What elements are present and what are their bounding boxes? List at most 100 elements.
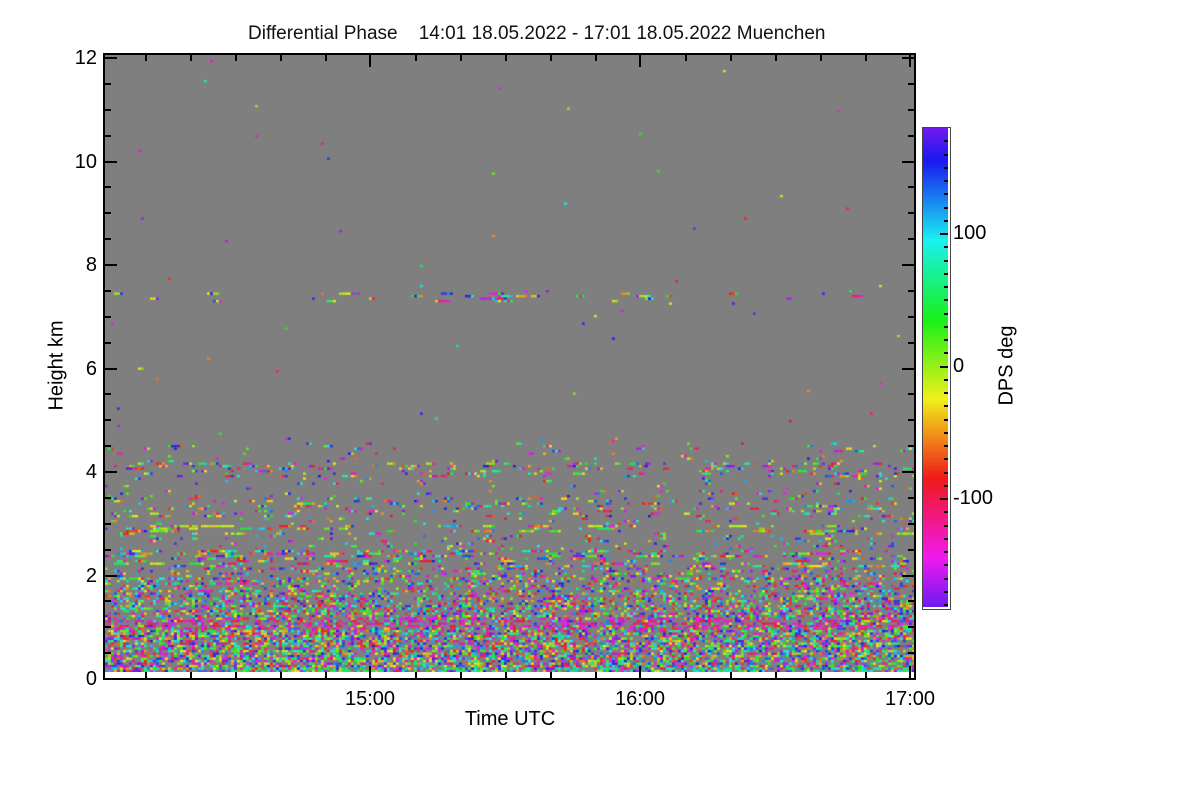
axis-tick bbox=[190, 55, 192, 61]
axis-tick bbox=[909, 55, 911, 67]
axis-tick bbox=[105, 368, 117, 370]
axis-tick bbox=[105, 652, 111, 654]
y-tick-label: 10 bbox=[74, 151, 97, 173]
colorbar-tick bbox=[940, 233, 948, 235]
colorbar-tick bbox=[944, 313, 948, 315]
axis-tick bbox=[235, 55, 237, 61]
axis-tick bbox=[105, 342, 111, 344]
axis-tick bbox=[908, 626, 914, 628]
colorbar-tick bbox=[944, 180, 948, 182]
y-tick-label: 2 bbox=[85, 565, 97, 587]
colorbar-tick bbox=[944, 578, 948, 580]
axis-tick bbox=[145, 55, 147, 61]
axis-tick bbox=[105, 471, 117, 473]
axis-tick bbox=[902, 368, 914, 370]
colorbar-tick bbox=[940, 498, 948, 500]
axis-tick bbox=[145, 672, 147, 678]
axis-tick bbox=[595, 55, 597, 61]
axis-tick bbox=[908, 549, 914, 551]
y-tick-label: 0 bbox=[85, 668, 97, 690]
axis-tick bbox=[550, 672, 552, 678]
chart-title: Differential Phase 14:01 18.05.2022 - 17… bbox=[248, 23, 826, 44]
axis-tick bbox=[908, 238, 914, 240]
axis-tick bbox=[865, 672, 867, 678]
colorbar-tick-label: -100 bbox=[953, 487, 994, 509]
colorbar-label: DPS deg bbox=[995, 325, 1018, 406]
axis-tick bbox=[550, 55, 552, 61]
axis-tick bbox=[908, 212, 914, 214]
colorbar-tick bbox=[944, 511, 948, 513]
x-tick-label: 17:00 bbox=[884, 688, 936, 710]
axis-tick bbox=[105, 212, 111, 214]
colorbar-tick bbox=[944, 525, 948, 527]
colorbar-tick bbox=[944, 286, 948, 288]
axis-tick bbox=[105, 316, 111, 318]
colorbar-tick bbox=[944, 193, 948, 195]
axis-tick bbox=[908, 316, 914, 318]
axis-tick bbox=[908, 652, 914, 654]
axis-tick bbox=[105, 497, 111, 499]
axis-tick bbox=[902, 57, 914, 59]
axis-tick bbox=[105, 57, 117, 59]
axis-tick bbox=[908, 600, 914, 602]
differential-phase-figure: Differential Phase 14:01 18.05.2022 - 17… bbox=[0, 0, 1200, 800]
colorbar-tick bbox=[944, 432, 948, 434]
axis-tick bbox=[105, 626, 111, 628]
axis-tick bbox=[105, 264, 117, 266]
colorbar-tick bbox=[944, 458, 948, 460]
axis-tick bbox=[908, 393, 914, 395]
axis-tick bbox=[685, 55, 687, 61]
axis-tick bbox=[685, 672, 687, 678]
axis-tick bbox=[639, 55, 641, 67]
axis-tick bbox=[820, 672, 822, 678]
axis-tick bbox=[909, 666, 911, 678]
colorbar-tick bbox=[944, 604, 948, 606]
no-data-strip bbox=[105, 672, 914, 678]
colorbar-tick bbox=[944, 326, 948, 328]
axis-tick bbox=[105, 393, 111, 395]
axis-tick bbox=[280, 672, 282, 678]
colorbar-canvas bbox=[923, 128, 948, 607]
axis-tick bbox=[902, 264, 914, 266]
colorbar-tick bbox=[944, 472, 948, 474]
axis-tick bbox=[325, 55, 327, 61]
axis-tick bbox=[639, 666, 641, 678]
axis-tick bbox=[105, 600, 111, 602]
colorbar-tick bbox=[944, 339, 948, 341]
axis-tick bbox=[908, 290, 914, 292]
axis-tick bbox=[235, 672, 237, 678]
axis-tick bbox=[105, 523, 111, 525]
axis-tick bbox=[105, 186, 111, 188]
axis-tick bbox=[730, 55, 732, 61]
axis-tick bbox=[415, 672, 417, 678]
axis-tick bbox=[775, 672, 777, 678]
axis-tick bbox=[105, 445, 111, 447]
axis-tick bbox=[369, 55, 371, 67]
axis-tick bbox=[190, 672, 192, 678]
colorbar-tick bbox=[944, 392, 948, 394]
axis-tick bbox=[325, 672, 327, 678]
colorbar-tick-label: 100 bbox=[953, 222, 987, 244]
axis-tick bbox=[105, 290, 111, 292]
colorbar-tick bbox=[944, 485, 948, 487]
axis-tick bbox=[460, 55, 462, 61]
axis-tick bbox=[908, 109, 914, 111]
colorbar-tick bbox=[944, 564, 948, 566]
axis-tick bbox=[105, 419, 111, 421]
axis-tick bbox=[902, 575, 914, 577]
y-tick-label: 4 bbox=[85, 461, 97, 483]
axis-tick bbox=[595, 672, 597, 678]
colorbar-tick bbox=[944, 299, 948, 301]
axis-tick bbox=[908, 419, 914, 421]
colorbar-tick bbox=[944, 405, 948, 407]
colorbar-tick-label: 0 bbox=[953, 355, 965, 377]
axis-tick bbox=[105, 161, 117, 163]
x-tick-label: 16:00 bbox=[614, 688, 666, 710]
axis-tick bbox=[369, 666, 371, 678]
axis-tick bbox=[908, 497, 914, 499]
axis-tick bbox=[908, 523, 914, 525]
axis-tick bbox=[908, 186, 914, 188]
colorbar-tick bbox=[944, 591, 948, 593]
axis-tick bbox=[105, 549, 111, 551]
colorbar-tick bbox=[944, 379, 948, 381]
